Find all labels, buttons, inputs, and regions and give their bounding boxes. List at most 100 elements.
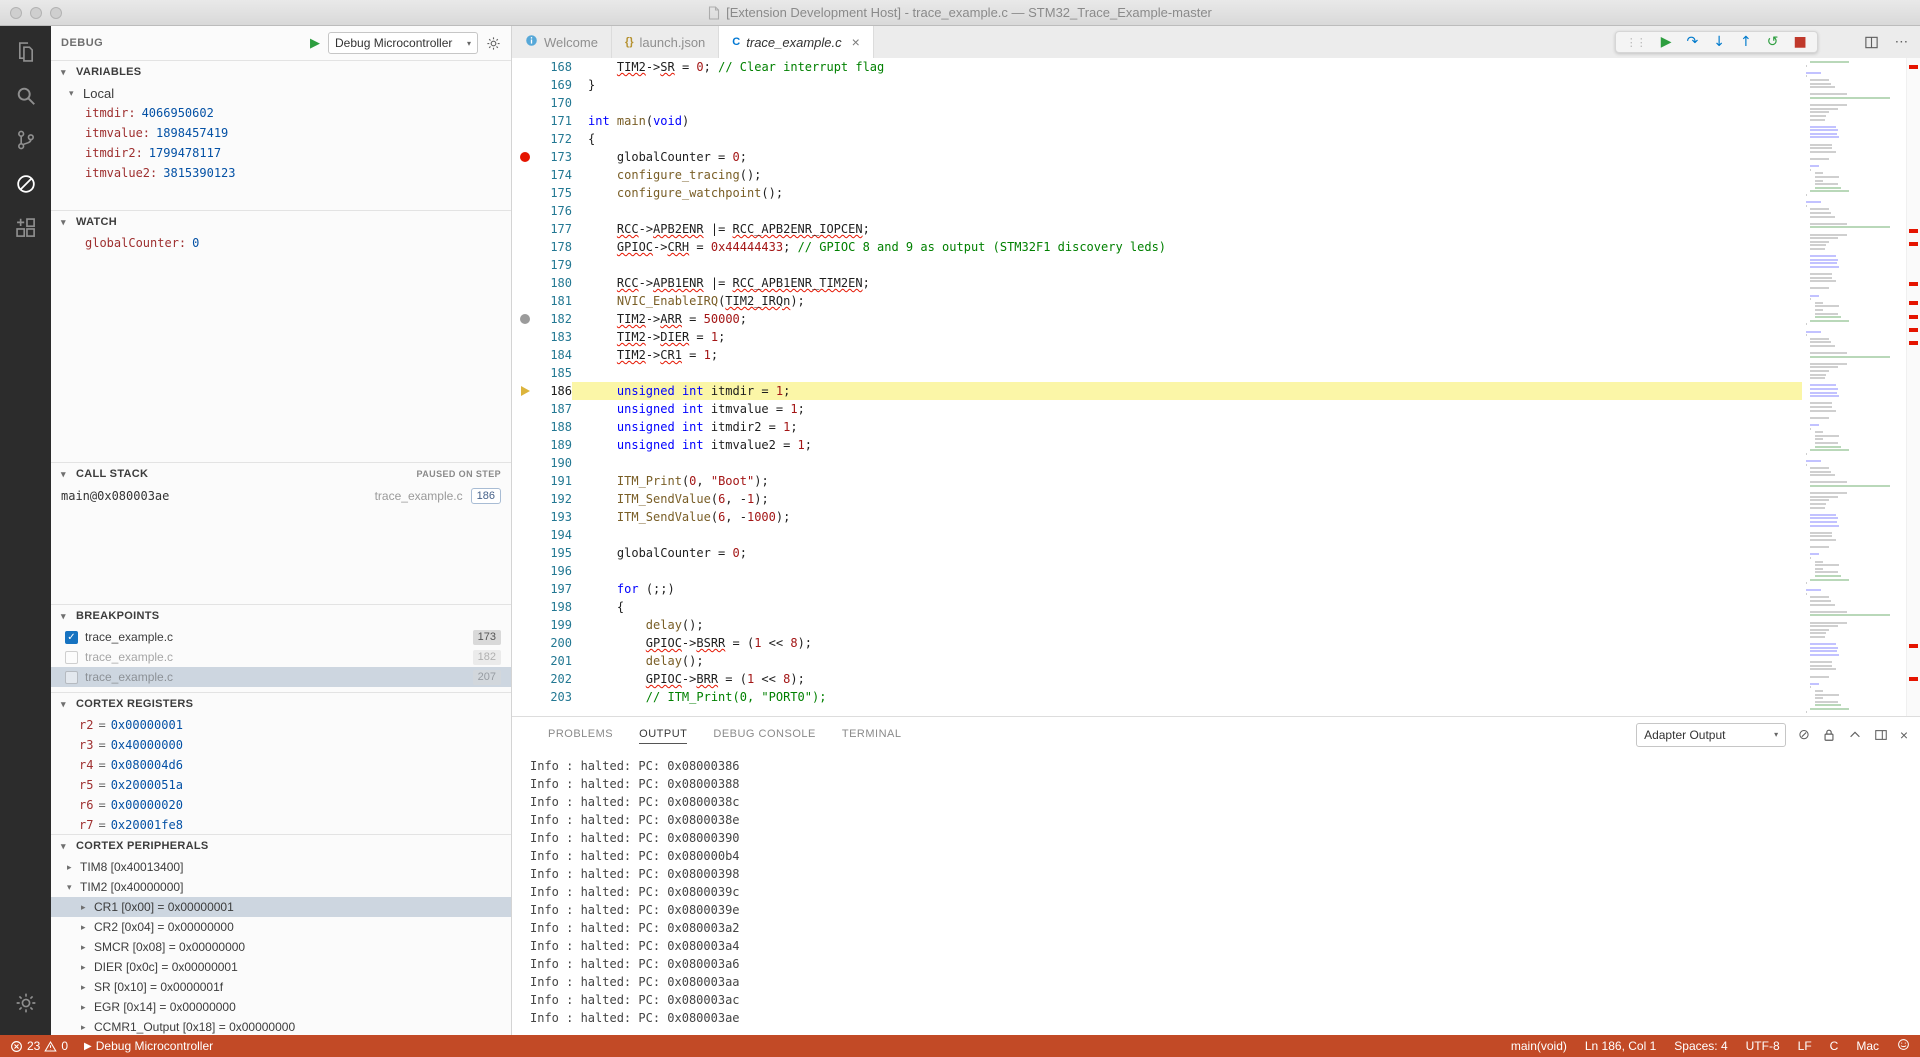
breakpoint-gutter[interactable] xyxy=(512,598,538,616)
code-text[interactable]: delay(); xyxy=(572,652,1802,670)
register-row[interactable]: r2=0x00000001 xyxy=(51,715,511,735)
code-text[interactable]: RCC->APB2ENR |= RCC_APB2ENR_IOPCEN; xyxy=(572,220,1802,238)
code-text[interactable]: ITM_Print(0, "Boot"); xyxy=(572,472,1802,490)
code-text[interactable]: globalCounter = 0; xyxy=(572,544,1802,562)
current-symbol[interactable]: main(void) xyxy=(1511,1039,1567,1053)
breakpoint-gutter[interactable] xyxy=(512,436,538,454)
stack-frame-row[interactable]: main@0x080003aetrace_example.c186 xyxy=(51,485,511,507)
breakpoint-gutter[interactable] xyxy=(512,238,538,256)
call-stack-section-header[interactable]: ▾ CALL STACK PAUSED ON STEP xyxy=(51,463,511,485)
register-row[interactable]: r3=0x40000000 xyxy=(51,735,511,755)
code-text[interactable]: unsigned int itmvalue = 1; xyxy=(572,400,1802,418)
toolbar-drag-handle-icon[interactable]: ⋮⋮ xyxy=(1626,36,1646,49)
code-text[interactable]: delay(); xyxy=(572,616,1802,634)
breakpoint-gutter[interactable] xyxy=(512,490,538,508)
panel-tab-debug-console[interactable]: DEBUG CONSOLE xyxy=(713,725,815,744)
variable-row[interactable]: itmvalue2:3815390123 xyxy=(51,163,511,183)
step-over-button[interactable]: ↷ xyxy=(1687,35,1699,49)
indentation[interactable]: Spaces: 4 xyxy=(1674,1039,1727,1053)
code-text[interactable]: GPIOC->BSRR = (1 << 8); xyxy=(572,634,1802,652)
breakpoints-section-header[interactable]: ▾ BREAKPOINTS xyxy=(51,605,511,627)
code-text[interactable]: { xyxy=(572,598,1802,616)
breakpoint-gutter[interactable] xyxy=(512,58,538,76)
line-number[interactable]: 170 xyxy=(538,94,572,112)
language-mode[interactable]: C xyxy=(1830,1039,1839,1053)
minimap[interactable] xyxy=(1802,58,1906,716)
breakpoint-gutter[interactable] xyxy=(512,418,538,436)
code-editor[interactable]: 168 TIM2->SR = 0; // Clear interrupt fla… xyxy=(512,58,1802,716)
breakpoint-gutter[interactable] xyxy=(512,112,538,130)
close-tab-icon[interactable]: × xyxy=(852,34,860,50)
peripheral-row[interactable]: ▸SR [0x10] = 0x0000001f xyxy=(51,977,511,997)
breakpoint-gutter[interactable] xyxy=(512,184,538,202)
line-number[interactable]: 179 xyxy=(538,256,572,274)
code-text[interactable] xyxy=(572,202,1802,220)
activity-bar-files-icon[interactable] xyxy=(0,30,51,74)
code-text[interactable]: RCC->APB1ENR |= RCC_APB1ENR_TIM2EN; xyxy=(572,274,1802,292)
code-text[interactable]: int main(void) xyxy=(572,112,1802,130)
line-number[interactable]: 202 xyxy=(538,670,572,688)
breakpoint-gutter[interactable] xyxy=(512,526,538,544)
clear-output-icon[interactable]: ⊘ xyxy=(1798,726,1810,743)
code-text[interactable]: NVIC_EnableIRQ(TIM2_IRQn); xyxy=(572,292,1802,310)
code-text[interactable]: unsigned int itmdir = 1; xyxy=(572,382,1802,400)
breakpoint-gutter[interactable] xyxy=(512,508,538,526)
step-out-button[interactable]: ↑ xyxy=(1740,35,1752,49)
peripheral-row[interactable]: ▸CR2 [0x04] = 0x00000000 xyxy=(51,917,511,937)
register-row[interactable]: r4=0x080004d6 xyxy=(51,755,511,775)
output-channel-dropdown[interactable]: Adapter Output ▾ xyxy=(1636,723,1786,747)
code-text[interactable]: globalCounter = 0; xyxy=(572,148,1802,166)
line-number[interactable]: 171 xyxy=(538,112,572,130)
line-number[interactable]: 169 xyxy=(538,76,572,94)
activity-bar-source-control-icon[interactable] xyxy=(0,118,51,162)
line-number[interactable]: 195 xyxy=(538,544,572,562)
close-window-button[interactable] xyxy=(10,7,22,19)
breakpoint-gutter[interactable] xyxy=(512,256,538,274)
code-text[interactable]: TIM2->CR1 = 1; xyxy=(572,346,1802,364)
continue-button[interactable]: ▶ xyxy=(1661,35,1672,49)
code-text[interactable]: for (;;) xyxy=(572,580,1802,598)
code-text[interactable]: unsigned int itmdir2 = 1; xyxy=(572,418,1802,436)
line-number[interactable]: 186 xyxy=(538,382,572,400)
problems-indicator[interactable]: 23 0 xyxy=(10,1039,68,1053)
code-text[interactable]: } xyxy=(572,76,1802,94)
code-text[interactable]: { xyxy=(572,130,1802,148)
more-actions-icon[interactable]: ⋯ xyxy=(1895,34,1908,50)
peripheral-row[interactable]: ▸DIER [0x0c] = 0x00000001 xyxy=(51,957,511,977)
line-number[interactable]: 185 xyxy=(538,364,572,382)
line-number[interactable]: 183 xyxy=(538,328,572,346)
activity-bar-search-icon[interactable] xyxy=(0,74,51,118)
line-number[interactable]: 194 xyxy=(538,526,572,544)
code-text[interactable]: configure_watchpoint(); xyxy=(572,184,1802,202)
code-text[interactable] xyxy=(572,256,1802,274)
maximize-panel-icon[interactable] xyxy=(1848,728,1862,742)
variables-scope-local[interactable]: ▾ Local xyxy=(51,83,511,103)
breakpoint-gutter[interactable] xyxy=(512,454,538,472)
feedback-smiley-icon[interactable] xyxy=(1897,1038,1910,1054)
tab-welcome[interactable]: Welcome xyxy=(512,26,612,58)
line-number[interactable]: 174 xyxy=(538,166,572,184)
register-row[interactable]: r7=0x20001fe8 xyxy=(51,815,511,834)
code-text[interactable]: ITM_SendValue(6, -1); xyxy=(572,490,1802,508)
variables-section-header[interactable]: ▾ VARIABLES xyxy=(51,61,511,83)
breakpoint-checkbox[interactable]: ✓ xyxy=(65,631,78,644)
code-text[interactable] xyxy=(572,364,1802,382)
zoom-window-button[interactable] xyxy=(50,7,62,19)
register-row[interactable]: r5=0x2000051a xyxy=(51,775,511,795)
lock-scroll-icon[interactable] xyxy=(1822,728,1836,742)
line-number[interactable]: 201 xyxy=(538,652,572,670)
peripheral-row[interactable]: ▸TIM8 [0x40013400] xyxy=(51,857,511,877)
line-number[interactable]: 196 xyxy=(538,562,572,580)
activity-bar-extensions-icon[interactable] xyxy=(0,206,51,250)
breakpoint-gutter[interactable] xyxy=(512,94,538,112)
code-text[interactable] xyxy=(572,454,1802,472)
code-text[interactable] xyxy=(572,526,1802,544)
breakpoint-row[interactable]: ✓trace_example.c173 xyxy=(51,627,511,647)
code-text[interactable] xyxy=(572,94,1802,112)
breakpoint-icon[interactable] xyxy=(520,152,530,162)
restart-button[interactable]: ↺ xyxy=(1767,35,1779,49)
code-text[interactable]: ITM_SendValue(6, -1000); xyxy=(572,508,1802,526)
stop-button[interactable]: ■ xyxy=(1793,35,1806,49)
peripheral-row[interactable]: ▾TIM2 [0x40000000] xyxy=(51,877,511,897)
code-text[interactable]: GPIOC->BRR = (1 << 8); xyxy=(572,670,1802,688)
